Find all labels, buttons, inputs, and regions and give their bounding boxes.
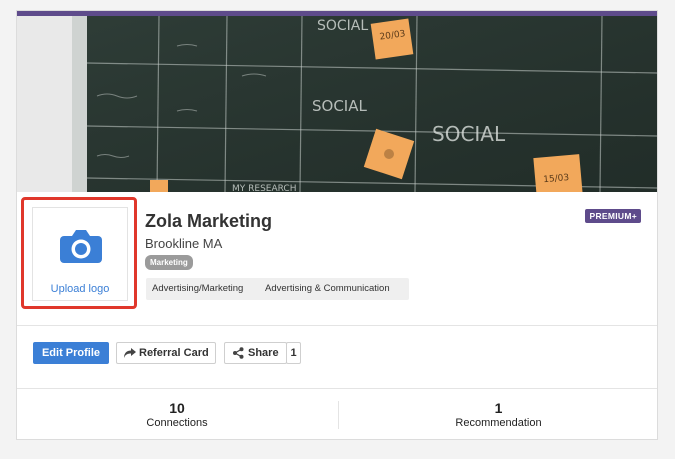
recommendations-label: Recommendation [455, 417, 542, 429]
edit-profile-button[interactable]: Edit Profile [33, 342, 109, 364]
share-arrow-icon [124, 348, 136, 358]
recommendations-stat[interactable]: 1 Recommendation [338, 400, 657, 430]
category-badge: Marketing [145, 255, 193, 270]
share-label: Share [248, 347, 279, 359]
chalk-word: MY RESEARCH [232, 184, 296, 192]
connections-stat[interactable]: 10 Connections [17, 400, 337, 430]
company-location: Brookline MA [145, 236, 223, 251]
logo-upload-area[interactable]: Upload logo [32, 207, 128, 301]
share-icon [233, 347, 244, 359]
sticky-note: 20/03 [370, 18, 414, 60]
sticky-note [150, 180, 168, 192]
connections-label: Connections [146, 417, 208, 429]
profile-card: SOCIAL SOCIAL SOCIAL MY RESEARCH 20/03 1… [16, 10, 658, 440]
divider [17, 325, 657, 326]
sticky-note: 15/03 [533, 154, 583, 192]
industry-tag: Advertising & Communication [259, 278, 409, 300]
referral-card-label: Referral Card [139, 347, 209, 359]
chalk-word: SOCIAL [317, 18, 368, 34]
camera-icon [60, 230, 102, 263]
share-button[interactable]: Share [224, 342, 287, 364]
connections-count: 10 [169, 400, 185, 416]
premium-badge: PREMIUM+ [585, 209, 641, 223]
cover-image: SOCIAL SOCIAL SOCIAL MY RESEARCH 20/03 1… [17, 16, 657, 192]
industry-tag: Advertising/Marketing [146, 278, 262, 300]
company-name: Zola Marketing [145, 211, 273, 231]
referral-card-button[interactable]: Referral Card [116, 342, 216, 364]
divider [17, 388, 657, 389]
recommendations-count: 1 [494, 400, 503, 416]
share-count: 1 [286, 342, 301, 364]
chalk-word: SOCIAL [312, 97, 367, 115]
upload-logo-link[interactable]: Upload logo [33, 283, 127, 295]
chalk-word: SOCIAL [432, 122, 506, 146]
